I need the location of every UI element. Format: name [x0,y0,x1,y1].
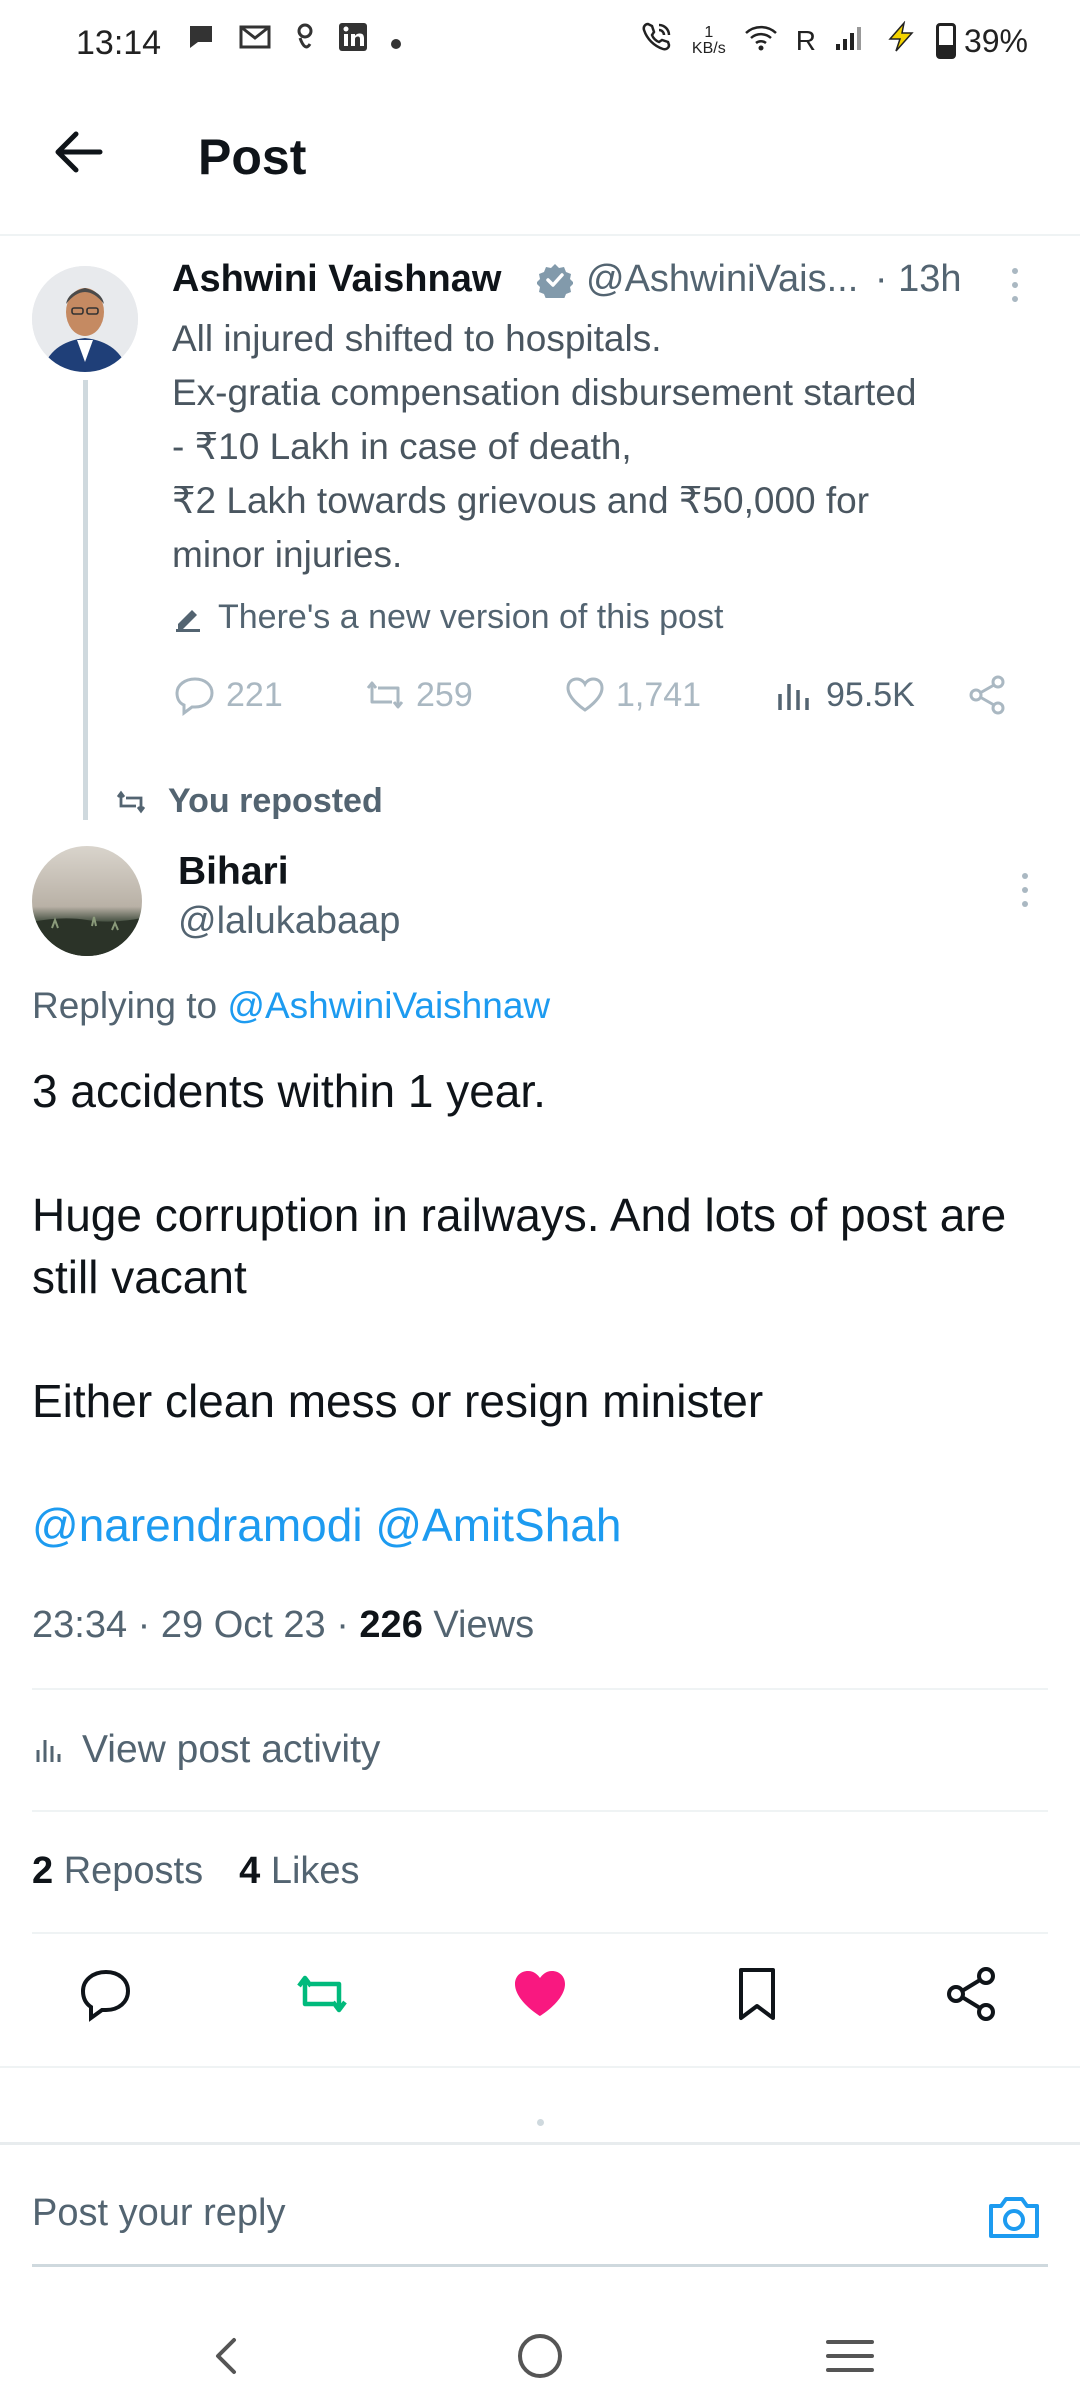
repost-button[interactable] [290,1962,354,2026]
camera-button[interactable] [985,2188,1043,2246]
reply-button[interactable] [74,1962,138,2026]
status-time: 13:14 [76,24,162,62]
tweet-action-bar [0,1962,1080,2042]
bookmark-button[interactable] [725,1962,789,2026]
parent-time: · 13h [874,258,962,300]
reply-underline [32,2264,1048,2267]
camera-icon [989,2197,1039,2238]
tweet-meta: 23:34 · 29 Oct 23 · 226 Views [32,1604,535,1646]
replying-to: Replying to @AshwiniVaishnaw [32,985,551,1026]
avatar-ashwini[interactable] [32,266,138,372]
battery: 39% [935,22,1028,60]
repost-context: You reposted [114,782,383,821]
back-button[interactable] [48,122,108,182]
chat-bubble-icon [186,22,216,60]
parent-repost-button[interactable]: 259 [362,672,473,718]
roaming-label: R [795,25,816,56]
more-vertical-icon [1022,873,1028,907]
notification-icons [186,22,402,60]
reposts-count-link[interactable]: 2 Reposts [32,1850,203,1893]
parent-author-handle: @AshwiniVais... · 13h [586,258,962,300]
reply-icon [175,677,214,716]
network-speed: 1 KB/s [691,24,726,57]
parent-share-button[interactable] [964,672,1010,718]
parent-more-button[interactable] [1008,265,1022,305]
linkedin-icon [338,22,368,60]
chevron-left-icon [216,2338,236,2374]
author-name[interactable]: Bihari [178,850,289,894]
loading-dot [537,2119,544,2126]
page-title: Post [198,129,307,185]
parent-reply-button[interactable]: 221 [172,672,283,718]
tweet-paragraph: 3 accidents within 1 year. [32,1065,546,1117]
parent-tweet-text[interactable]: All injured shifted to hospitals. Ex-gra… [172,312,1052,582]
divider [32,1688,1048,1690]
tweet-paragraph: Either clean mess or resign minister [32,1375,764,1427]
header-divider [0,234,1080,236]
engagement-counts: 2 Reposts 4 Likes [32,1850,360,1893]
heart-filled-icon [515,1971,565,2016]
parent-action-bar: 221 259 1,741 95.5K [172,672,1022,732]
nav-recents-button[interactable] [820,2326,880,2386]
divider [32,1932,1048,1934]
menu-icon [826,2340,874,2372]
mention-links[interactable]: @narendramodi @AmitShah [32,1494,1048,1556]
more-button[interactable] [1018,870,1032,910]
battery-percent: 39% [963,22,1028,59]
lightning-icon [882,20,918,61]
nav-back-button[interactable] [196,2326,256,2386]
gmail-icon [238,23,272,59]
reply-icon [80,1969,131,2022]
analytics-icon [36,1740,61,1762]
reply-bar-divider [0,2142,1080,2145]
like-button[interactable] [508,1962,572,2026]
share-button[interactable] [940,1962,1004,2026]
home-circle-icon [518,2334,562,2378]
app-icon [294,22,316,60]
view-activity-button[interactable]: View post activity [32,1728,380,1772]
nav-home-button[interactable] [510,2326,570,2386]
signal-icon [834,23,864,60]
more-vertical-icon [1012,268,1018,302]
repost-icon [297,1975,347,2013]
views-count: 226 [359,1604,423,1646]
analytics-icon [778,684,809,710]
status-bar: 13:14 1 KB/s R 39% [0,0,1080,84]
arrow-left-icon [55,131,103,173]
battery-icon [935,23,956,59]
repost-icon [366,681,404,709]
author-handle[interactable]: @lalukabaap [178,900,400,943]
thread-connector [83,380,88,820]
share-icon [947,1967,995,2021]
system-nav-bar [0,2300,1080,2400]
dot-icon [390,24,402,58]
tweet-text: 3 accidents within 1 year. Huge corrupti… [32,1060,1048,1556]
reply-input[interactable] [32,2192,912,2235]
heart-icon [566,677,604,712]
parent-views-button[interactable]: 95.5K [772,672,915,718]
views-label: Views [433,1604,535,1646]
repost-icon [116,790,146,813]
replying-to-link[interactable]: @AshwiniVaishnaw [227,985,550,1026]
parent-author-name[interactable]: Ashwini Vaishnaw [172,258,501,301]
share-icon [969,675,1005,715]
tweet-date: 29 Oct 23 [160,1604,326,1646]
tweet-time: 23:34 [32,1604,128,1646]
divider [32,1810,1048,1812]
bookmark-icon [739,1968,775,2020]
verified-badge-icon [536,262,574,302]
system-icons: 1 KB/s R 39% [640,20,1028,62]
wifi-icon [744,23,778,60]
avatar-bihari[interactable] [32,846,142,956]
likes-count-link[interactable]: 4 Likes [239,1850,359,1893]
wifi-calling-icon [640,20,674,62]
pencil-icon [176,609,200,632]
tweet-paragraph: Huge corruption in railways. And lots of… [32,1189,1007,1303]
edit-notice[interactable]: There's a new version of this post [172,598,723,637]
divider [0,2066,1080,2068]
parent-like-button[interactable]: 1,741 [562,672,701,718]
